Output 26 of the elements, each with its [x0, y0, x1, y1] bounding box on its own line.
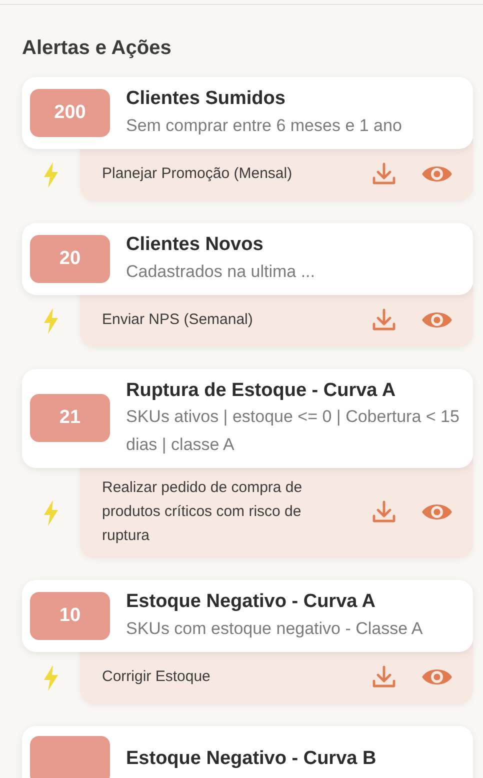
alert-description: SKUs com estoque negativo - Classe A	[126, 618, 424, 640]
alert-title: Clientes Novos	[126, 232, 264, 257]
action-text: Realizar pedido de compra de produtos críticos com risco de ruptura	[102, 478, 304, 546]
count-badge: 20	[30, 234, 110, 283]
lightning-icon	[43, 308, 59, 334]
download-icon[interactable]	[371, 664, 397, 690]
download-icon[interactable]	[371, 498, 397, 525]
alert-description: Sem comprar entre 6 meses e 1 ano	[126, 114, 403, 137]
alert-description: SKUs ativos | estoque <= 0 | Cobertura < 15 dias | classe A	[126, 406, 460, 456]
count-badge: 10	[30, 592, 110, 640]
alert-title: Estoque Negativo - Curva B	[126, 747, 378, 772]
lightning-icon	[43, 500, 59, 526]
alert-description: Cadastrados na ultima ...	[126, 260, 316, 283]
action-text: Planejar Promoção (Mensal)	[102, 164, 292, 184]
download-icon[interactable]	[371, 160, 397, 187]
alert-title: Ruptura de Estoque - Curva A	[126, 378, 397, 403]
download-icon[interactable]	[371, 306, 397, 333]
action-text: Corrigir Estoque	[102, 666, 210, 687]
count-badge: 21	[30, 394, 110, 442]
alert-title: Clientes Sumidos	[126, 87, 286, 111]
section-heading: Alertas e Ações	[22, 36, 172, 61]
lightning-icon	[43, 664, 59, 691]
lightning-icon	[43, 162, 59, 188]
action-text: Enviar NPS (Semanal)	[102, 310, 253, 330]
alert-title: Estoque Negativo - Curva A	[126, 590, 377, 614]
count-badge: 200	[30, 88, 110, 137]
